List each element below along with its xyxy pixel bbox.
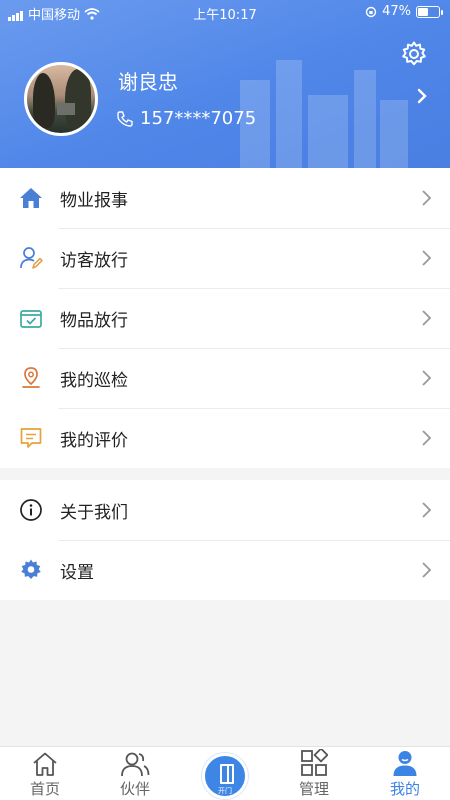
- partners-icon: [121, 752, 150, 777]
- home-icon: [18, 185, 44, 211]
- home-outline-icon: [33, 752, 57, 776]
- user-phone-row: 157****7075: [116, 108, 256, 129]
- gear-icon: [18, 557, 44, 583]
- tab-home[interactable]: 首页: [10, 747, 80, 800]
- chevron-right-icon: [422, 370, 432, 386]
- menu-item-property-report[interactable]: 物业报事: [0, 168, 450, 228]
- open-door-button[interactable]: 开门: [202, 753, 248, 799]
- status-bar: 中国移动 上午10:17 47%: [0, 0, 450, 24]
- menu-item-visitor-pass[interactable]: 访客放行: [0, 228, 450, 288]
- tab-manage[interactable]: 管理: [279, 747, 349, 800]
- menu-item-settings[interactable]: 设置: [0, 540, 450, 600]
- menu-item-label: 我的巡检: [60, 370, 128, 391]
- menu-item-label: 我的评价: [60, 430, 128, 451]
- chevron-right-icon: [422, 502, 432, 518]
- menu-item-about-us[interactable]: 关于我们: [0, 480, 450, 540]
- menu-item-label: 访客放行: [60, 250, 128, 271]
- profile-chevron-right-icon[interactable]: [414, 86, 430, 106]
- buildings-decoration: [240, 60, 408, 168]
- visitor-icon: [18, 245, 44, 271]
- person-icon: [393, 751, 417, 776]
- menu-item-my-reviews[interactable]: 我的评价: [0, 408, 450, 468]
- package-check-icon: [18, 305, 44, 331]
- phone-icon: [117, 110, 133, 127]
- door-icon: [220, 764, 234, 784]
- menu-group-services: 物业报事 访客放行 物品放行 我的巡检 我的评价: [0, 168, 450, 468]
- menu-group-other: 关于我们 设置: [0, 480, 450, 600]
- battery-icon: [416, 5, 443, 18]
- rotation-lock-icon: [365, 6, 377, 17]
- tab-label: 首页: [29, 780, 60, 798]
- menu-item-my-inspection[interactable]: 我的巡检: [0, 348, 450, 408]
- battery-percent: 47%: [382, 4, 411, 19]
- menu-item-label: 关于我们: [60, 502, 128, 523]
- location-pin-icon: [18, 365, 44, 391]
- phone-number: 157****7075: [140, 108, 257, 129]
- menu-item-label: 设置: [60, 562, 94, 583]
- tab-partners[interactable]: 伙伴: [100, 747, 170, 800]
- chevron-right-icon: [422, 430, 432, 446]
- settings-gear-icon[interactable]: [400, 40, 428, 68]
- comment-icon: [18, 425, 44, 451]
- tab-label: 我的: [389, 780, 420, 798]
- menu-item-label: 物业报事: [60, 190, 128, 211]
- info-icon: [18, 497, 44, 523]
- chevron-right-icon: [422, 250, 432, 266]
- tab-label: 管理: [298, 780, 329, 798]
- chevron-right-icon: [422, 310, 432, 326]
- chevron-right-icon: [422, 190, 432, 206]
- menu-item-label: 物品放行: [60, 310, 128, 331]
- grid-manage-icon: [301, 749, 328, 776]
- avatar[interactable]: [24, 62, 98, 136]
- profile-header: 中国移动 上午10:17 47% 谢良忠 157****7075: [0, 0, 450, 168]
- menu-item-goods-pass[interactable]: 物品放行: [0, 288, 450, 348]
- tab-label: 伙伴: [119, 780, 150, 798]
- chevron-right-icon: [422, 562, 432, 578]
- open-door-label: 开门: [218, 787, 232, 795]
- tab-mine[interactable]: 我的: [370, 747, 440, 800]
- user-name: 谢良忠: [118, 70, 178, 94]
